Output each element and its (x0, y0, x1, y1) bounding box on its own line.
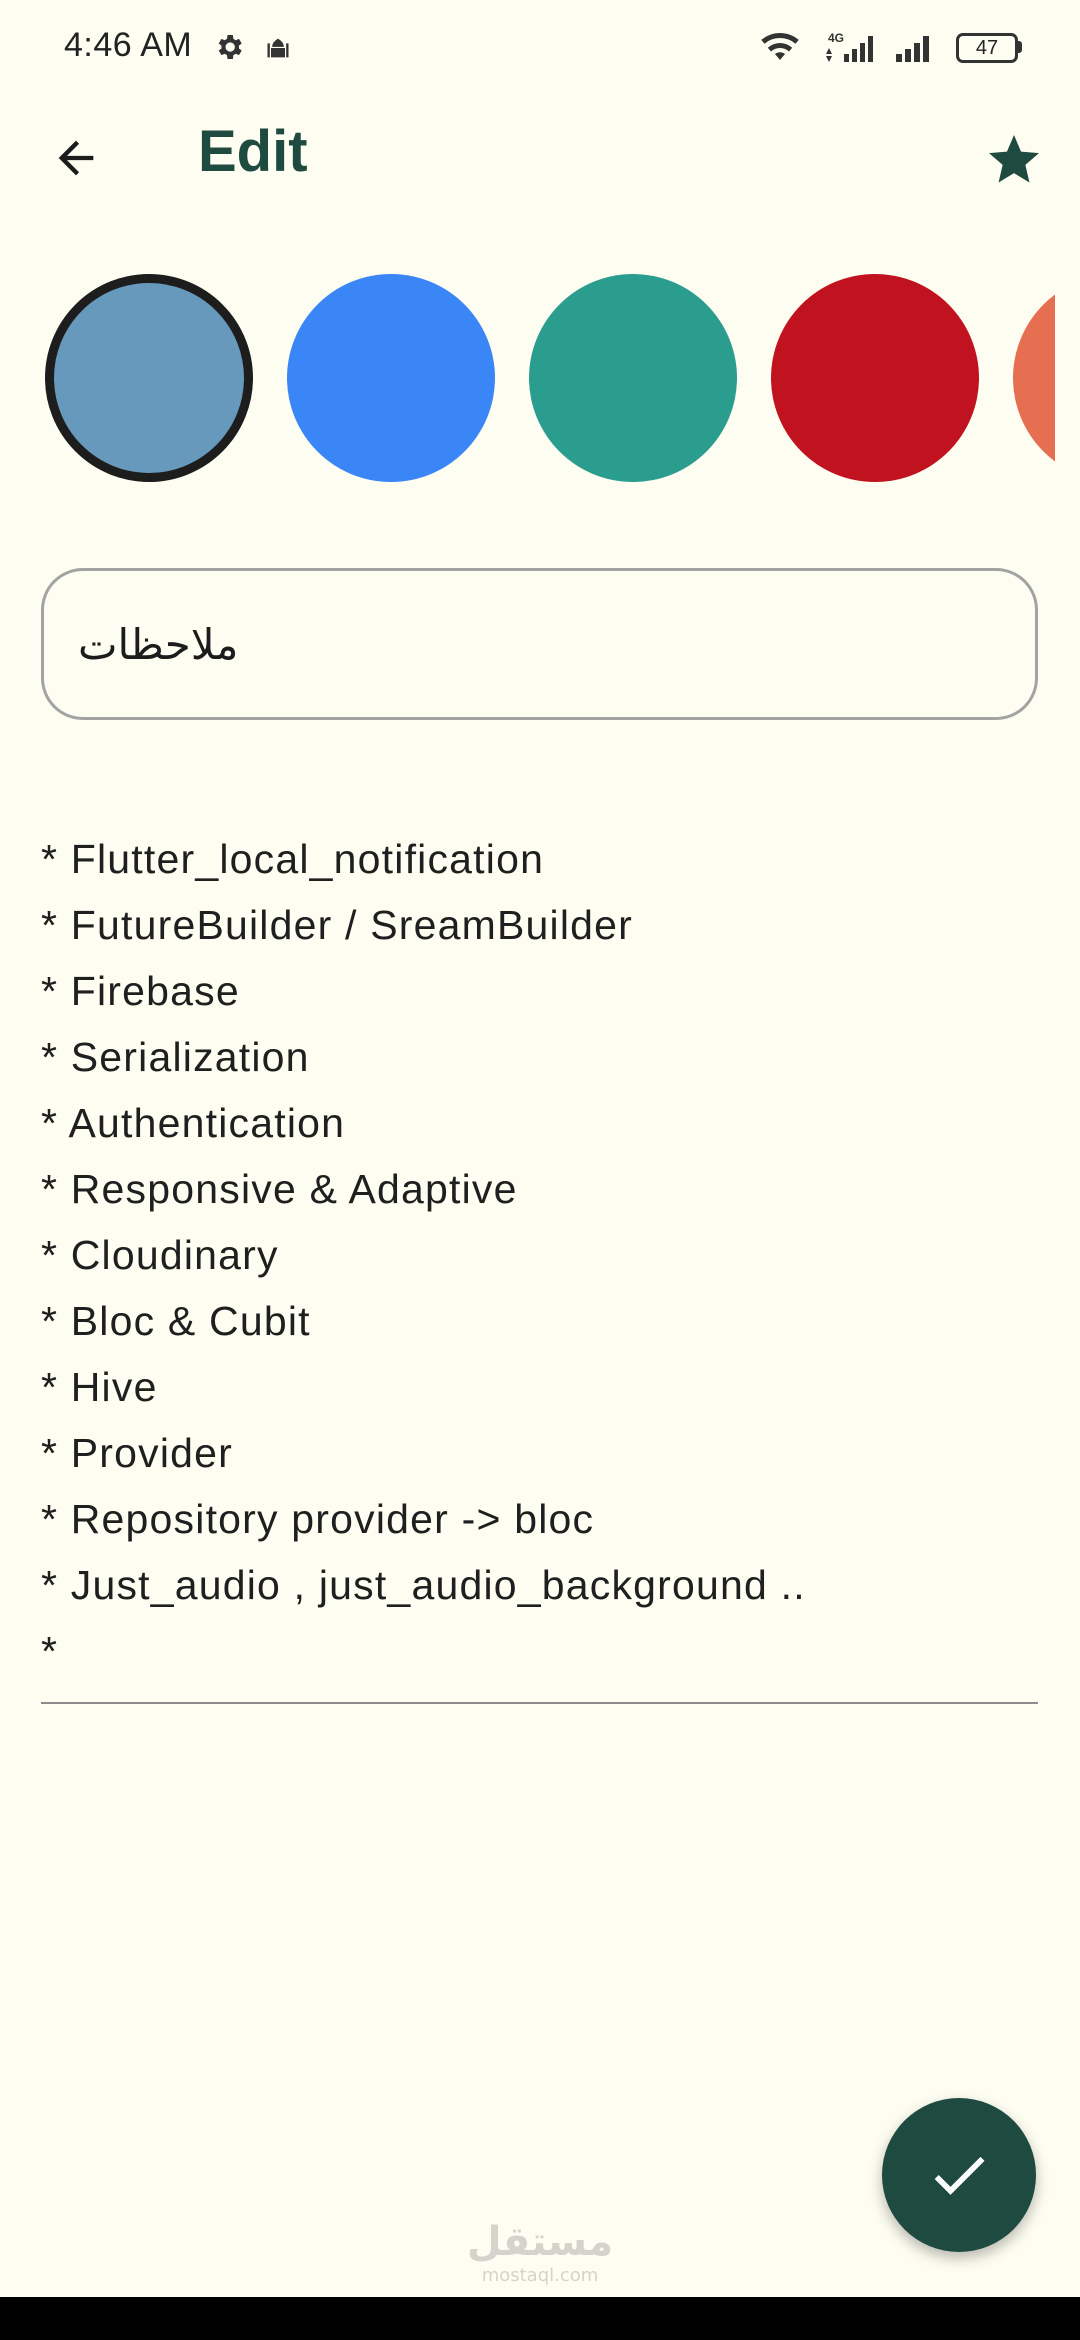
title-input[interactable] (78, 571, 998, 717)
body-text-field[interactable]: * Flutter_local_notification * FutureBuil… (41, 826, 1038, 1706)
star-icon (989, 135, 1039, 183)
color-swatch[interactable] (529, 274, 737, 482)
body-line: * Bloc & Cubit (41, 1298, 311, 1344)
status-bar: 4:46 AM 4G 47 (0, 0, 1080, 95)
mosque-icon (264, 34, 292, 62)
color-swatch[interactable] (1013, 274, 1055, 482)
color-swatch[interactable] (45, 274, 253, 482)
color-palette (0, 272, 1055, 484)
body-line: * Cloudinary (41, 1232, 279, 1278)
back-button[interactable] (40, 122, 112, 194)
watermark-arabic: مستقل (466, 2219, 614, 2265)
body-line: * Serialization (41, 1034, 310, 1080)
status-time: 4:46 AM (64, 26, 193, 64)
gear-icon (212, 30, 246, 64)
save-button[interactable] (882, 2098, 1036, 2252)
body-line: * Firebase (41, 968, 240, 1014)
battery-level: 47 (956, 33, 1018, 63)
body-line: * FutureBuilder / SreamBuilder (41, 902, 634, 948)
color-swatch[interactable] (287, 274, 495, 482)
system-nav-bar (0, 2297, 1080, 2340)
signal-icon (894, 30, 938, 66)
wifi-icon (755, 30, 805, 66)
svg-text:4G: 4G (828, 31, 844, 45)
body-line: * Authentication (41, 1100, 346, 1146)
app-bar: Edit (0, 100, 1080, 210)
body-line: * Provider (41, 1430, 234, 1476)
signal-4g-icon: 4G (822, 30, 884, 66)
favorite-button[interactable] (974, 120, 1054, 200)
battery-icon: 47 (950, 30, 1024, 66)
page-title: Edit (198, 119, 308, 184)
body-line: * Just_audio , just_audio_background .. (41, 1562, 806, 1608)
body-underline (41, 1702, 1038, 1704)
arrow-left-icon (58, 140, 94, 176)
color-swatch[interactable] (771, 274, 979, 482)
check-icon (934, 2156, 985, 2195)
body-line: * Repository provider -> bloc (41, 1496, 595, 1542)
body-line: * (41, 1628, 59, 1674)
watermark-logo: مستقل mostaql.com (450, 2218, 630, 2298)
body-line: * Flutter_local_notification (41, 836, 545, 882)
body-line: * Hive (41, 1364, 158, 1410)
title-field[interactable] (41, 568, 1038, 720)
body-line: * Responsive & Adaptive (41, 1166, 518, 1212)
watermark-latin: mostaql.com (481, 2265, 599, 2286)
